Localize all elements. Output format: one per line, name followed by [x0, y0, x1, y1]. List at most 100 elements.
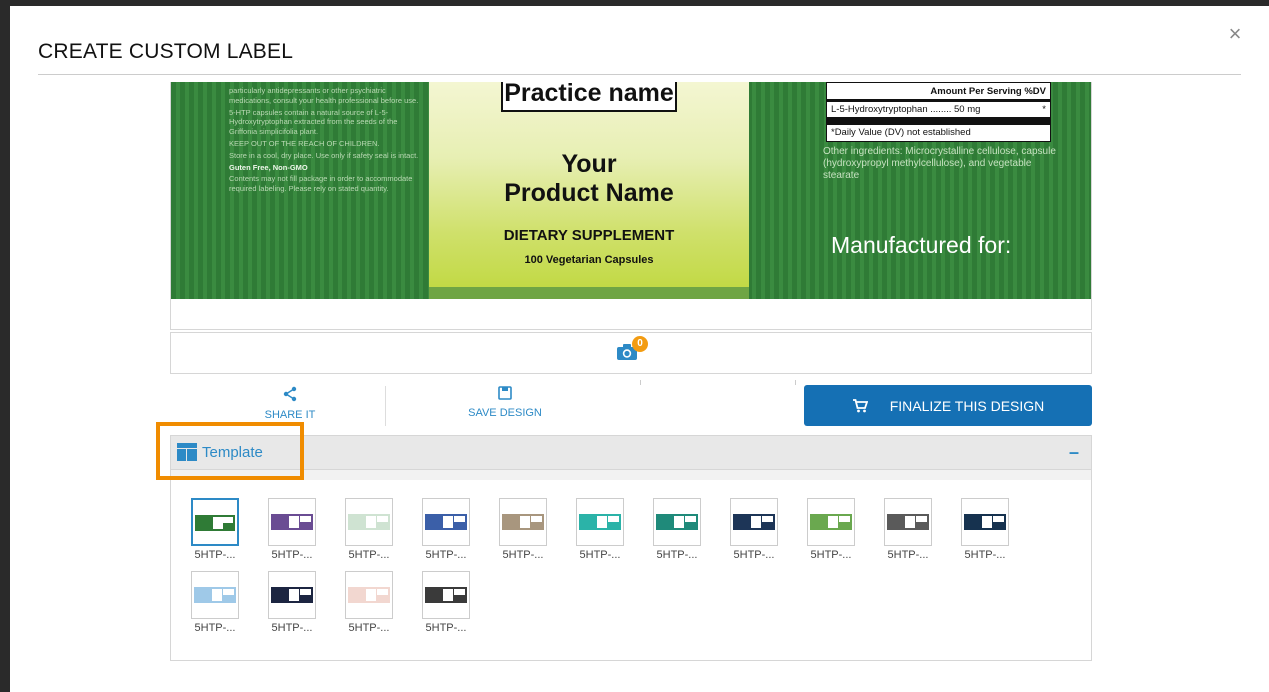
tick-mark [795, 380, 796, 385]
template-thumbnail-center [212, 589, 222, 601]
template-thumbnail-image [422, 498, 470, 546]
template-thumbnail-band [887, 514, 929, 530]
template-thumbnail-grid: 5HTP-... 5HTP-... 5HTP-... 5HTP-... 5HTP-...… [191, 498, 1071, 634]
template-thumbnail-facts [454, 589, 465, 595]
template-thumbnail-center [828, 516, 838, 528]
template-thumbnail-facts [839, 516, 850, 522]
template-thumbnail[interactable]: 5HTP-... [422, 571, 470, 634]
template-panel-header[interactable]: Template – [171, 436, 1091, 470]
template-thumbnail[interactable]: 5HTP-... [422, 498, 470, 561]
template-thumbnail[interactable]: 5HTP-... [345, 498, 393, 561]
finalize-label: FINALIZE THIS DESIGN [889, 397, 1045, 414]
manufactured-for[interactable]: Manufactured for: [831, 232, 1011, 259]
template-thumbnail-facts [993, 516, 1004, 522]
title-divider [38, 74, 1241, 75]
template-thumbnail-center [982, 516, 992, 528]
product-name-line2: Product Name [504, 179, 674, 207]
template-thumbnail-name: 5HTP-... [425, 549, 467, 561]
template-thumbnail-name: 5HTP-... [656, 549, 698, 561]
template-thumbnail[interactable]: 5HTP-... [884, 498, 932, 561]
template-thumbnail[interactable]: 5HTP-... [576, 498, 624, 561]
facts-row-name: L-5-Hydroxytryptophan ........ 50 mg [831, 104, 981, 115]
template-thumbnail-image [268, 571, 316, 619]
template-thumbnail-name: 5HTP-... [887, 549, 929, 561]
share-label: SHARE IT [264, 409, 316, 421]
template-thumbnail-image [345, 571, 393, 619]
template-thumbnail-band [810, 514, 852, 530]
template-thumbnail-image [499, 498, 547, 546]
template-thumbnail-center [289, 516, 299, 528]
template-thumbnail-band [271, 587, 313, 603]
save-design-button[interactable]: SAVE DESIGN [440, 386, 570, 426]
template-thumbnail-image [807, 498, 855, 546]
tick-mark [640, 380, 641, 385]
dietary-supplement-text: DIETARY SUPPLEMENT [503, 227, 675, 244]
template-thumbnail-name: 5HTP-... [194, 549, 236, 561]
template-thumbnail[interactable]: 5HTP-... [268, 571, 316, 634]
template-thumbnail[interactable]: 5HTP-... [191, 571, 239, 634]
product-name-line1: Your [561, 150, 617, 178]
facts-thick-rule [827, 117, 1050, 125]
save-design-label: SAVE DESIGN [468, 407, 542, 419]
label-left-paragraph: Contents may not fill package in order t… [229, 174, 413, 194]
image-upload-bar: 0 [170, 332, 1092, 374]
template-thumbnail-name: 5HTP-... [348, 549, 390, 561]
template-thumbnail-facts [300, 589, 311, 595]
template-thumbnail-facts [608, 516, 619, 522]
template-thumbnail-band [425, 514, 467, 530]
template-thumbnail-image [653, 498, 701, 546]
template-thumbnail-image [884, 498, 932, 546]
template-thumbnail-name: 5HTP-... [579, 549, 621, 561]
template-thumbnail[interactable]: 5HTP-... [191, 498, 239, 561]
other-ingredients: Other ingredients: Microcrystalline cell… [823, 146, 1056, 181]
template-thumbnail-band [194, 587, 236, 603]
template-thumbnail[interactable]: 5HTP-... [730, 498, 778, 561]
template-thumbnail-center [443, 516, 453, 528]
template-thumbnail-image [730, 498, 778, 546]
label-left-panel-text: particularly antidepressants or other ps… [229, 86, 421, 196]
template-thumbnail-band [733, 514, 775, 530]
template-thumbnail[interactable]: 5HTP-... [499, 498, 547, 561]
share-button[interactable]: SHARE IT [230, 386, 350, 426]
label-canvas[interactable]: particularly antidepressants or other ps… [171, 82, 1091, 299]
template-thumbnail-center [597, 516, 607, 528]
template-thumbnail-facts [685, 516, 696, 522]
share-icon [283, 386, 297, 402]
action-divider [385, 386, 386, 426]
template-thumbnail[interactable]: 5HTP-... [345, 571, 393, 634]
template-thumbnail-band [348, 514, 390, 530]
template-thumbnail[interactable]: 5HTP-... [807, 498, 855, 561]
template-thumbnail-center [520, 516, 530, 528]
template-thumbnail-facts [300, 516, 311, 522]
label-preview: particularly antidepressants or other ps… [170, 82, 1092, 330]
facts-row-dv: * [1042, 104, 1046, 115]
save-icon [498, 386, 512, 400]
template-thumbnail[interactable]: 5HTP-... [268, 498, 316, 561]
template-subheader [171, 470, 1091, 480]
label-left-paragraph: 5-HTP capsules contain a natural source … [229, 107, 398, 137]
template-thumbnail-image [345, 498, 393, 546]
finalize-design-button[interactable]: FINALIZE THIS DESIGN [804, 385, 1092, 426]
template-thumbnail-name: 5HTP-... [271, 622, 313, 634]
product-name[interactable]: Your Product Name [429, 150, 749, 208]
close-icon[interactable]: × [1225, 23, 1245, 45]
template-thumbnail[interactable]: 5HTP-... [653, 498, 701, 561]
template-thumbnail-facts [377, 516, 388, 522]
collapse-icon[interactable]: – [1069, 442, 1079, 463]
template-thumbnail[interactable]: 5HTP-... [961, 498, 1009, 561]
template-thumbnail-facts [531, 516, 542, 522]
facts-header: Amount Per Serving %DV [930, 86, 1046, 97]
template-thumbnail-band [656, 514, 698, 530]
facts-row: L-5-Hydroxytryptophan ........ 50 mg * [827, 102, 1050, 117]
template-thumbnail-facts [222, 517, 233, 523]
practice-name-box[interactable]: Practice name [501, 82, 677, 112]
template-thumbnail-center [366, 589, 376, 601]
template-thumbnail-name: 5HTP-... [810, 549, 852, 561]
template-thumbnail-center [905, 516, 915, 528]
template-thumbnail-name: 5HTP-... [348, 622, 390, 634]
template-panel: Template – 5HTP-... 5HTP-... 5HTP-... 5HTP-… [170, 435, 1092, 661]
capsule-count-text: 100 Vegetarian Capsules [524, 254, 654, 266]
template-thumbnail-facts [223, 589, 234, 595]
template-thumbnail-center [289, 589, 299, 601]
template-thumbnail-band [502, 514, 544, 530]
